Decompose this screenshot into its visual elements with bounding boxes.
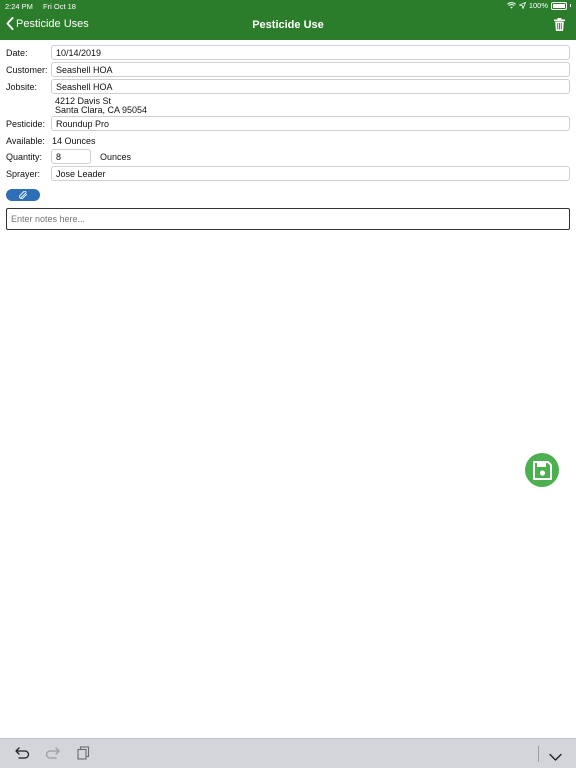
trash-icon [554, 18, 565, 31]
save-button[interactable] [525, 453, 559, 487]
chevron-down-icon [549, 753, 562, 761]
wifi-icon [506, 2, 516, 9]
dismiss-keyboard-button[interactable] [549, 749, 562, 767]
floppy-disk-icon [532, 460, 552, 480]
status-time: 2:24 PM [5, 2, 33, 11]
redo-button[interactable] [45, 746, 60, 765]
undo-icon [15, 747, 30, 759]
battery-percent: 100% [528, 1, 548, 10]
available-label: Available: [6, 136, 45, 146]
nav-bar: Pesticide Uses Pesticide Use [0, 12, 576, 40]
notes-input[interactable] [6, 208, 570, 230]
paste-button[interactable] [77, 746, 90, 765]
sprayer-field[interactable]: Jose Leader [51, 166, 570, 181]
quantity-field[interactable]: 8 [51, 149, 91, 164]
customer-field[interactable]: Seashell HOA [51, 62, 570, 77]
available-value: 14 Ounces [52, 136, 96, 146]
attach-button[interactable] [6, 189, 40, 201]
jobsite-label: Jobsite: [6, 82, 38, 92]
page-title: Pesticide Use [252, 19, 324, 31]
clipboard-icon [77, 746, 90, 760]
pesticide-label: Pesticide: [6, 119, 46, 129]
status-bar: 2:24 PM Fri Oct 18 100% [0, 0, 576, 12]
location-icon [518, 2, 526, 9]
date-field[interactable]: 10/14/2019 [51, 45, 570, 60]
sprayer-label: Sprayer: [6, 169, 41, 179]
keyboard-toolbar [0, 738, 576, 768]
undo-button[interactable] [15, 746, 30, 765]
battery-icon [551, 1, 567, 10]
customer-label: Customer: [6, 65, 48, 75]
paperclip-icon [18, 191, 27, 199]
jobsite-field[interactable]: Seashell HOA [51, 79, 570, 94]
quantity-unit: Ounces [100, 152, 132, 162]
delete-button[interactable] [554, 18, 565, 36]
status-date: Fri Oct 18 [43, 2, 76, 11]
pesticide-field[interactable]: Roundup Pro [51, 116, 570, 131]
address-line-2: Santa Clara, CA 95054 [55, 105, 148, 115]
redo-icon [45, 747, 60, 759]
date-label: Date: [6, 48, 28, 58]
quantity-label: Quantity: [6, 152, 43, 162]
